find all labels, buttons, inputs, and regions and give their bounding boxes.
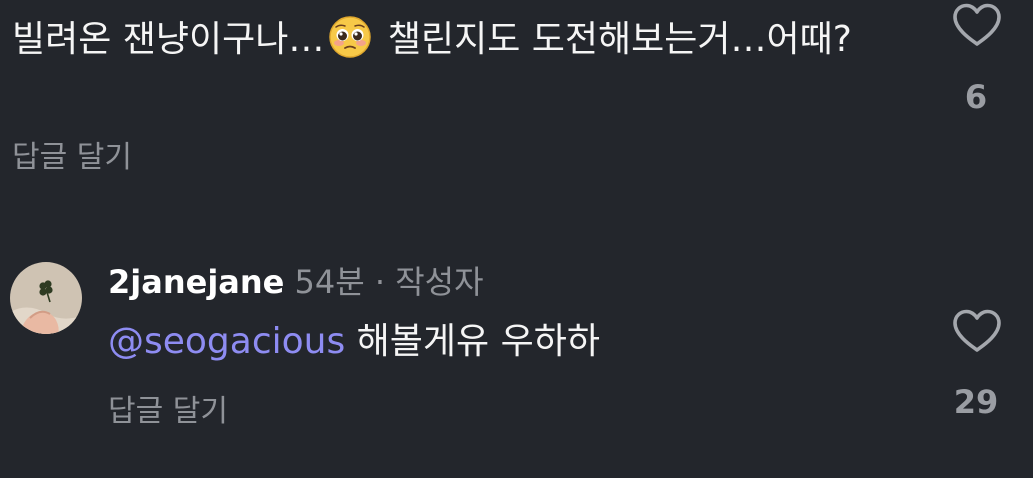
avatar-photo-icon [10, 262, 82, 334]
comment-reply-button[interactable]: 답글 달기 [12, 132, 132, 176]
reply-header: 2janejane 54분 · 작성자 [108, 258, 484, 306]
reply-body: 해볼게유 우하하 [345, 321, 600, 362]
reply-like-heart-icon[interactable] [951, 308, 1003, 354]
reply-avatar[interactable] [10, 262, 82, 334]
comment-text: 빌려온 잰냥이구나… 챌린지도 도전해보는거…어때? [12, 12, 892, 68]
comment-text-part-1: 빌려온 잰냥이구나… [12, 19, 325, 60]
mention-link[interactable]: @seogacious [108, 321, 345, 362]
reply-like-count: 29 [953, 383, 999, 421]
pleading-face-emoji-icon [329, 16, 372, 58]
meta-separator: · [364, 263, 396, 301]
reply-timestamp: 54분 [294, 263, 365, 301]
comment-like-count: 6 [964, 78, 988, 116]
reply-reply-button[interactable]: 답글 달기 [108, 386, 228, 430]
reply-username[interactable]: 2janejane [108, 263, 284, 301]
comment-like-heart-icon[interactable] [951, 2, 1003, 48]
reply-text: @seogacious 해볼게유 우하하 [108, 316, 600, 368]
author-badge: 작성자 [395, 263, 484, 301]
comment-text-part-2: 챌린지도 도전해보는거…어때? [376, 19, 852, 60]
